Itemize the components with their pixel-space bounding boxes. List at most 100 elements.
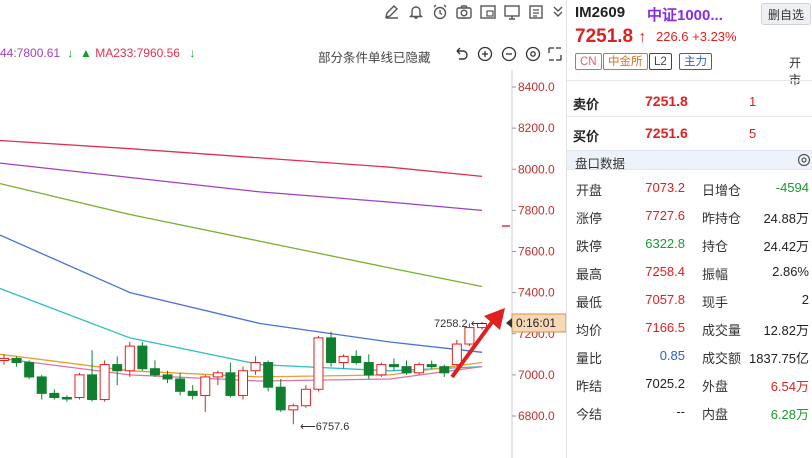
candle-body	[388, 364, 399, 368]
candle-body	[326, 337, 337, 364]
y-tick-label: 7400.0	[518, 286, 555, 300]
quote-value: -4594	[775, 180, 809, 195]
contract-code: IM2609	[575, 4, 626, 21]
candle-body	[212, 372, 223, 378]
quote-label: 现手	[702, 295, 729, 310]
ma-line	[0, 182, 483, 288]
candle-body	[11, 357, 22, 364]
candle-body	[187, 390, 198, 396]
quote-label: 今结	[576, 407, 603, 422]
candle-body	[288, 405, 299, 411]
quote-value: 7025.2	[645, 376, 685, 391]
quote-label: 昨持仓	[702, 211, 742, 226]
y-tick-label: 7600.0	[518, 245, 555, 259]
quote-row: 最高 7258.4 振幅 2.86%	[567, 260, 812, 286]
candle-body	[451, 343, 462, 366]
quote-value: 12.82万	[763, 323, 809, 338]
candle-body	[238, 370, 248, 396]
candle-body	[49, 392, 60, 398]
ask-volume: 1	[749, 94, 757, 109]
quote-label: 内盘	[702, 407, 729, 422]
candle-body	[137, 345, 148, 370]
section-title: 盘口数据	[575, 157, 626, 171]
quote-value: --	[676, 404, 685, 419]
quote-value: 6.28万	[770, 407, 809, 422]
candle-body	[300, 388, 311, 407]
quote-row: 昨结 7025.2 外盘 6.54万	[567, 372, 812, 398]
price-change: 226.6 +3.23%	[656, 29, 737, 44]
candle-body	[439, 366, 450, 374]
candle-body	[112, 364, 123, 372]
y-tick-label: 8000.0	[518, 162, 555, 176]
countdown-pointer	[506, 318, 512, 328]
low-label: ⟵6757.6	[300, 421, 349, 433]
candle-body	[363, 362, 374, 376]
candle-body	[124, 345, 135, 372]
quote-label: 跌停	[576, 239, 603, 254]
quote-label: 外盘	[702, 379, 729, 394]
candle-body	[0, 357, 9, 361]
quote-row: 涨停 7727.6 昨持仓 24.88万	[567, 204, 812, 230]
candle-body	[36, 376, 47, 394]
quote-value: 7073.2	[645, 180, 685, 195]
price-plot: 8400.08200.08000.07800.07600.07400.07200…	[0, 70, 566, 458]
quote-label: 昨结	[576, 379, 603, 394]
quote-row: 均价 7166.5 成交量 12.82万	[567, 316, 812, 342]
quote-label: 持仓	[702, 239, 729, 254]
quote-label: 量比	[576, 351, 603, 366]
quote-label: 成交额	[702, 351, 742, 366]
bid-volume: 5	[749, 126, 757, 141]
quote-value: 24.42万	[763, 239, 809, 254]
candle-body	[99, 364, 110, 401]
ma-line	[0, 287, 483, 372]
quote-row: 最低 7057.8 现手 2	[567, 288, 812, 314]
quote-value: 1837.75亿	[749, 351, 809, 366]
last-price: 7251.8 ↑	[575, 26, 646, 48]
y-tick-label: 8400.0	[518, 80, 555, 94]
quote-value: 7057.8	[645, 292, 685, 307]
quote-value: 2	[801, 292, 809, 307]
market-tag: 中金所	[603, 53, 648, 70]
quote-label: 最低	[576, 295, 603, 310]
quote-value: 24.88万	[763, 211, 809, 226]
candle-body	[263, 362, 274, 388]
bid-label: 买价	[573, 129, 600, 144]
candle-body	[401, 366, 412, 374]
candle-body	[175, 378, 186, 392]
candle-body	[275, 386, 286, 411]
quote-label: 开盘	[576, 183, 603, 198]
ma-line	[0, 162, 483, 212]
kline-chart[interactable]: 44:7800.61 ↓ ▲ MA233:7960.56 ↓ 部分条件单线已隐藏…	[0, 0, 566, 458]
y-tick-label: 6800.0	[518, 409, 555, 423]
market-tag: 主力	[679, 53, 712, 70]
candle-body	[464, 327, 475, 345]
section-header: 盘口数据	[567, 150, 812, 171]
candle-body	[149, 368, 160, 376]
candle-body	[162, 374, 173, 380]
candle-body	[426, 364, 437, 368]
divider	[567, 80, 812, 81]
quote-label: 日增仓	[702, 183, 742, 198]
candle-body	[200, 376, 211, 396]
remove-watchlist-button[interactable]: 删自选	[761, 3, 811, 25]
countdown-label: 0:16:01	[516, 316, 556, 330]
bid-price[interactable]: 7251.6	[645, 125, 688, 141]
quote-label: 成交量	[702, 323, 742, 338]
candle-body	[225, 372, 236, 396]
contract-name[interactable]: 中证1000...	[647, 4, 723, 25]
settings-icon[interactable]	[797, 153, 811, 167]
quote-value: 6.54万	[770, 379, 809, 394]
quote-label: 最高	[576, 267, 603, 282]
quote-value: 0.85	[659, 348, 685, 363]
quote-panel: IM2609 中证1000... 删自选 7251.8 ↑ 226.6 +3.2…	[566, 0, 812, 458]
ask-label: 卖价	[573, 97, 600, 112]
candle-body	[376, 364, 387, 376]
ma-line	[0, 234, 483, 353]
quote-label: 振幅	[702, 267, 729, 282]
ask-price[interactable]: 7251.8	[645, 93, 688, 109]
candle-body	[414, 364, 425, 374]
candle-body	[313, 337, 324, 390]
market-open-status: 开市	[789, 56, 802, 87]
last-price-value: 7251.8	[575, 26, 634, 47]
candle-body	[61, 396, 72, 400]
